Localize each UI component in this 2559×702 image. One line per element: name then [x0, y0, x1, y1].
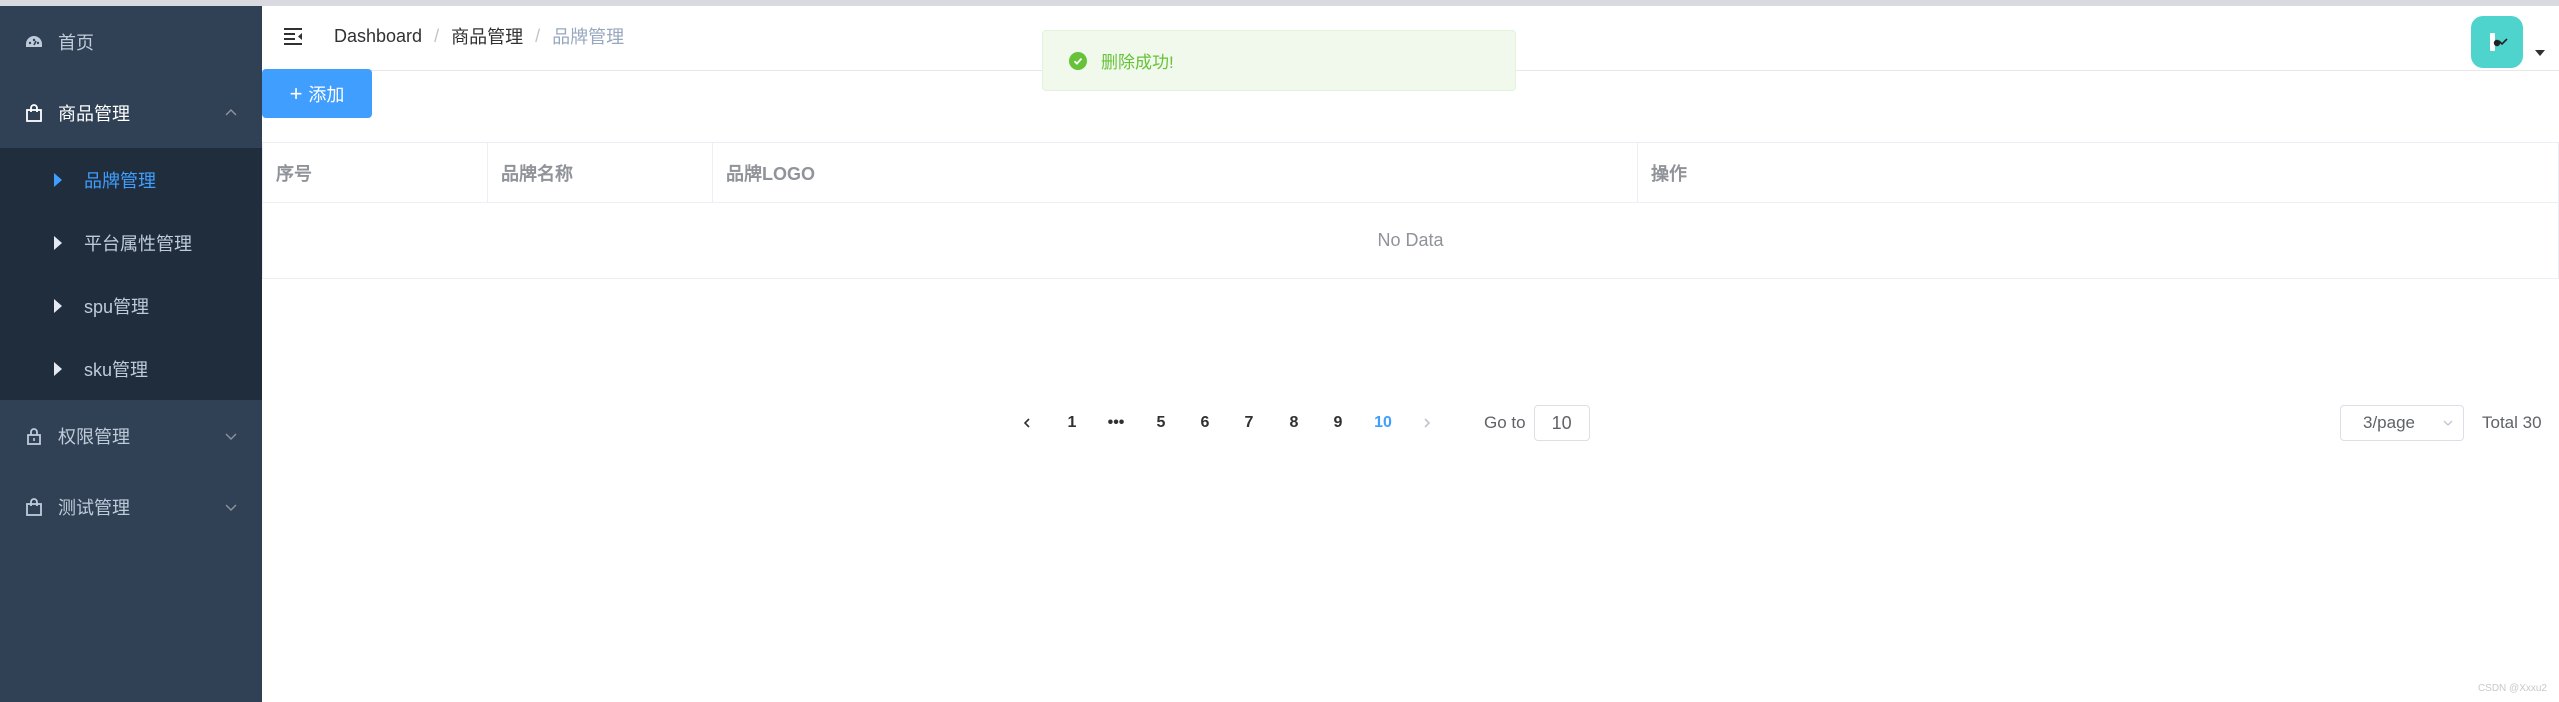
sidebar-item-spu[interactable]: spu管理: [0, 274, 262, 337]
breadcrumb-brand: 品牌管理: [552, 27, 625, 47]
message-text: 删除成功!: [1101, 53, 1174, 72]
page-number-current[interactable]: 10: [1368, 405, 1398, 441]
page-size-select[interactable]: 3/page: [2340, 405, 2464, 441]
add-button[interactable]: + 添加: [262, 69, 372, 118]
page-number[interactable]: 1: [1057, 405, 1087, 441]
caret-right-icon: [54, 361, 62, 376]
table-header: 序号 品牌名称 品牌LOGO 操作: [262, 142, 2559, 203]
submenu-goods: 品牌管理 平台属性管理 spu管理 sku管理: [0, 148, 262, 400]
success-message: 删除成功!: [1042, 30, 1516, 91]
pagination: 1 ••• 5 6 7 8 9 10: [1012, 405, 1462, 441]
sidebar-item-label: 商品管理: [58, 103, 130, 124]
goto-page-input[interactable]: [1533, 405, 1590, 441]
next-page-button[interactable]: [1412, 405, 1442, 441]
caret-down-icon[interactable]: [2535, 50, 2545, 56]
sidebar-item-label: spu管理: [84, 296, 150, 317]
table-empty-text: No Data: [262, 203, 2559, 279]
goto-page: Go to: [1484, 405, 1590, 441]
menu-fold-icon[interactable]: [282, 24, 306, 48]
goto-label: Go to: [1484, 413, 1526, 432]
page-ellipsis[interactable]: •••: [1101, 405, 1131, 441]
sidebar-item-label: 首页: [58, 32, 94, 53]
chevron-down-icon: [2443, 420, 2453, 426]
column-header-index: 序号: [262, 143, 488, 202]
sidebar-item-goods[interactable]: 商品管理: [0, 77, 262, 148]
caret-right-icon: [54, 235, 62, 250]
sidebar-item-label: 品牌管理: [84, 170, 156, 191]
avatar[interactable]: [2471, 16, 2523, 68]
avatar-figure-icon: [2490, 33, 2508, 51]
chevron-right-icon: [1424, 418, 1431, 428]
breadcrumb-separator: /: [535, 25, 541, 46]
brand-table: 序号 品牌名称 品牌LOGO 操作 No Data: [262, 142, 2559, 279]
chevron-down-icon: [225, 433, 237, 440]
sidebar-item-label: 权限管理: [58, 426, 130, 447]
sidebar-item-label: 测试管理: [58, 497, 130, 518]
sidebar-item-sku[interactable]: sku管理: [0, 337, 262, 400]
column-header-brand-logo: 品牌LOGO: [713, 143, 1638, 202]
page-number[interactable]: 5: [1146, 405, 1176, 441]
sidebar-item-label: sku管理: [84, 359, 149, 380]
chevron-down-icon: [225, 504, 237, 511]
breadcrumb-separator: /: [434, 25, 440, 46]
page-number[interactable]: 7: [1234, 405, 1264, 441]
prev-page-button[interactable]: [1012, 405, 1042, 441]
shopping-bag-icon: [24, 497, 44, 517]
watermark: CSDN @Xxxu2: [2477, 683, 2547, 694]
sidebar-item-home[interactable]: 首页: [0, 6, 262, 77]
caret-right-icon: [54, 298, 62, 313]
sidebar-item-label: 平台属性管理: [84, 233, 192, 254]
page-number[interactable]: 8: [1279, 405, 1309, 441]
sidebar-item-test[interactable]: 测试管理: [0, 471, 262, 542]
shopping-bag-icon: [24, 103, 44, 123]
chevron-left-icon: [1023, 418, 1030, 428]
page-number[interactable]: 9: [1323, 405, 1353, 441]
lock-icon: [24, 426, 44, 446]
sidebar: 首页 商品管理 品牌管理 平台属性管理 spu管理 sku管理 权限管理 测试管…: [0, 6, 262, 702]
sidebar-item-attr[interactable]: 平台属性管理: [0, 211, 262, 274]
plus-icon: +: [289, 80, 303, 106]
breadcrumb: Dashboard / 商品管理 / 品牌管理: [334, 23, 624, 49]
add-button-label: 添加: [308, 84, 345, 105]
page-size-value: 3/page: [2363, 413, 2415, 432]
column-header-actions: 操作: [1638, 143, 2559, 202]
page-number[interactable]: 6: [1190, 405, 1220, 441]
breadcrumb-dashboard[interactable]: Dashboard: [334, 26, 422, 47]
success-check-icon: [1069, 51, 1087, 70]
breadcrumb-goods[interactable]: 商品管理: [451, 23, 523, 49]
pagination-total: Total 30: [2482, 413, 2542, 432]
dashboard-icon: [24, 32, 44, 52]
sidebar-item-permission[interactable]: 权限管理: [0, 400, 262, 471]
caret-right-icon: [54, 172, 62, 187]
chevron-up-icon: [225, 108, 237, 115]
sidebar-item-brand[interactable]: 品牌管理: [0, 148, 262, 211]
column-header-brand-name: 品牌名称: [488, 143, 713, 202]
